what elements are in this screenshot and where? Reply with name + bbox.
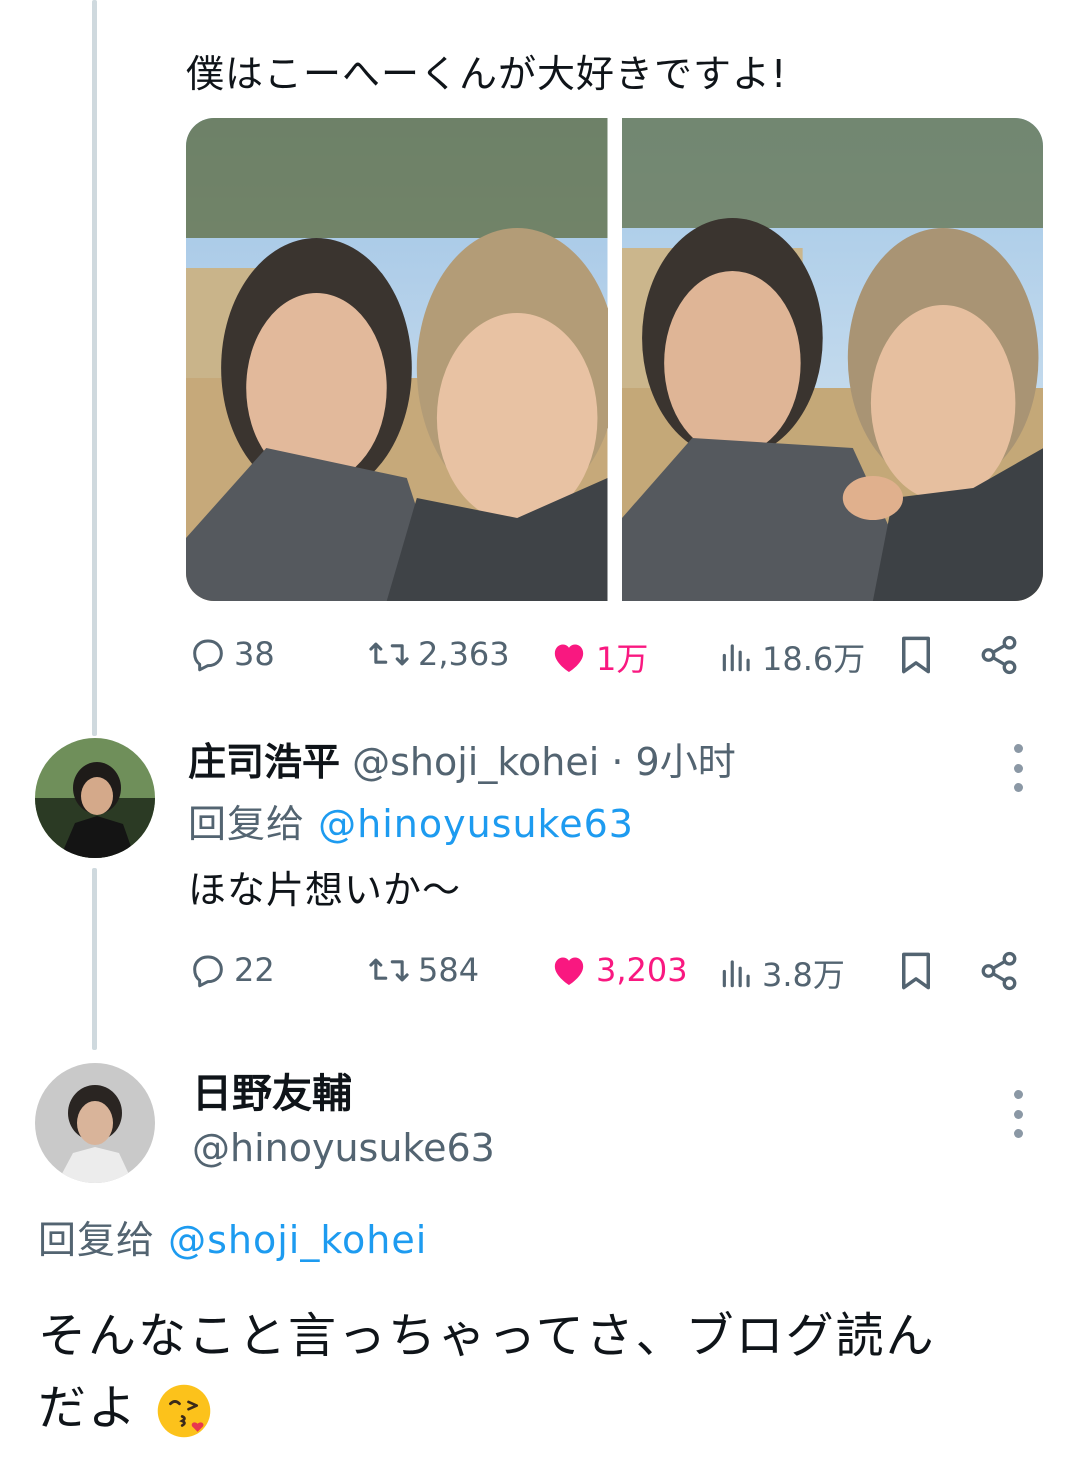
more-options-button[interactable]	[1012, 744, 1024, 792]
tweet2-text: ほな片想いか〜	[188, 868, 462, 912]
more-options-button[interactable]	[1012, 1090, 1024, 1138]
like-button[interactable]: 1万	[548, 634, 648, 680]
more-icon	[1013, 1090, 1023, 1099]
tweet3-reply-context: 回复给 @shoji_kohei	[38, 1216, 427, 1264]
retweet-button[interactable]: 2,363	[366, 634, 510, 674]
display-name[interactable]: 日野友輔	[192, 1068, 352, 1120]
retweet-icon	[369, 642, 409, 666]
thread-line-middle	[92, 868, 97, 1050]
bookmark-button[interactable]	[898, 634, 934, 676]
bookmark-icon	[902, 636, 930, 674]
reply-count: 22	[234, 951, 275, 989]
retweet-icon	[369, 958, 409, 982]
handle[interactable]: @shoji_kohei	[352, 740, 599, 784]
avatar-shoji[interactable]	[35, 738, 155, 858]
reply-prefix: 回复给	[38, 1218, 156, 1262]
tweet2-header: 庄司浩平 @shoji_kohei · 9小时	[188, 738, 736, 786]
views-icon	[722, 644, 750, 672]
views-count: 18.6万	[762, 640, 866, 678]
photo-1[interactable]	[186, 118, 608, 601]
share-button[interactable]	[978, 634, 1020, 676]
share-icon	[981, 951, 1017, 991]
reply-icon	[193, 955, 223, 988]
tweet3-text-line2-wrap: だよ	[38, 1372, 936, 1444]
photo-2[interactable]	[621, 118, 1043, 601]
tweet1-actions: 38 2,363 1万 18.6万	[186, 634, 1036, 684]
thread-line-top	[92, 0, 97, 736]
like-count: 3,203	[596, 951, 688, 989]
tweet3-text-line2: だよ	[38, 1380, 139, 1436]
reply-to-link[interactable]: @hinoyusuke63	[318, 802, 634, 846]
kiss-emoji	[158, 1384, 211, 1438]
share-button[interactable]	[978, 950, 1020, 992]
reply-icon	[193, 639, 223, 672]
bookmark-button[interactable]	[898, 950, 934, 992]
share-icon	[981, 635, 1017, 675]
views-button[interactable]: 18.6万	[718, 634, 865, 680]
display-name[interactable]: 庄司浩平	[188, 740, 340, 784]
reply-to-link[interactable]: @shoji_kohei	[168, 1218, 427, 1262]
reply-count: 38	[234, 635, 275, 673]
views-count: 3.8万	[762, 956, 845, 994]
like-button[interactable]: 3,203	[548, 950, 688, 990]
heart-icon	[554, 644, 584, 672]
reply-button[interactable]: 38	[188, 634, 275, 674]
tweet2-reply-context: 回复给 @hinoyusuke63	[188, 800, 634, 848]
bookmark-icon	[902, 952, 930, 990]
tweet1-text: 僕はこーへーくんが大好きですよ!	[186, 52, 788, 96]
tweet2-actions: 22 584 3,203 3.8万	[186, 950, 1036, 1000]
reply-button[interactable]: 22	[188, 950, 275, 990]
views-button[interactable]: 3.8万	[718, 950, 845, 996]
tweet1-media[interactable]	[186, 118, 1043, 601]
tweet3-text-line1: そんなこと言っちゃってさ、ブログ読ん	[38, 1308, 936, 1364]
timestamp[interactable]: · 9小时	[611, 740, 735, 784]
like-count: 1万	[596, 640, 649, 678]
more-icon	[1013, 744, 1023, 753]
retweet-count: 2,363	[418, 635, 510, 673]
tweet3-text: そんなこと言っちゃってさ、ブログ読ん だよ	[38, 1300, 936, 1444]
views-icon	[722, 960, 750, 988]
reply-prefix: 回复给	[188, 802, 306, 846]
avatar-hino[interactable]	[35, 1063, 155, 1183]
retweet-button[interactable]: 584	[366, 950, 479, 990]
heart-icon	[554, 957, 584, 985]
retweet-count: 584	[418, 951, 480, 989]
handle[interactable]: @hinoyusuke63	[192, 1124, 495, 1172]
